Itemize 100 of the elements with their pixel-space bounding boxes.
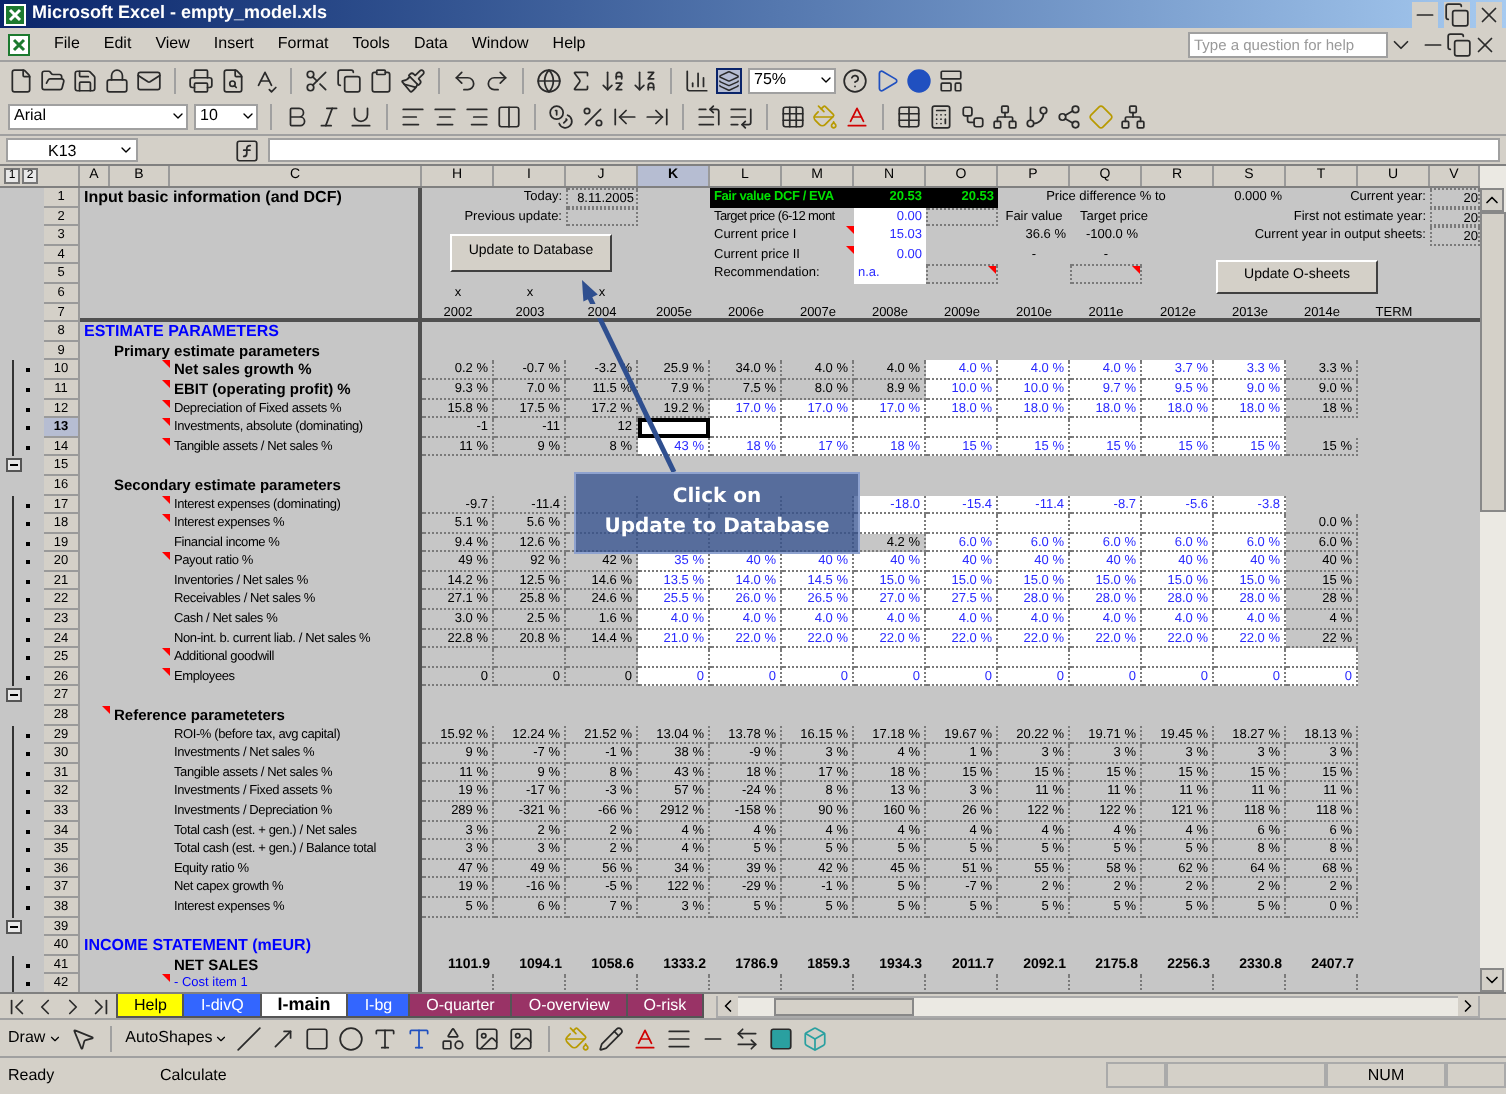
scrollbar-thumb[interactable] [774, 997, 915, 1015]
line-color-icon[interactable] [598, 1025, 625, 1051]
save-icon[interactable] [72, 67, 98, 93]
sheet-tab[interactable]: Help [116, 994, 185, 1018]
paste-icon[interactable] [368, 67, 394, 93]
input-cell[interactable] [1070, 418, 1142, 438]
align-left-icon[interactable] [400, 103, 426, 129]
pointer-icon[interactable] [69, 1025, 96, 1051]
draw-menu-button[interactable]: Draw [8, 1026, 62, 1050]
input-cell[interactable] [1214, 648, 1286, 668]
input-cell[interactable] [782, 418, 854, 438]
chart-icon[interactable] [684, 67, 710, 93]
name-box[interactable]: K13 [6, 138, 138, 162]
vertical-scrollbar[interactable] [1480, 166, 1506, 992]
formula-input-field[interactable] [268, 138, 1500, 162]
sort-descending-icon[interactable] [632, 67, 658, 93]
menu-item[interactable]: Edit [91, 32, 144, 56]
menu-item[interactable]: Data [401, 32, 460, 56]
line-style-icon[interactable] [666, 1025, 693, 1051]
branch-icon[interactable] [1024, 103, 1050, 129]
fill-color-icon[interactable] [812, 103, 838, 129]
restore-icon[interactable] [1444, 1, 1470, 27]
spellcheck-icon[interactable] [252, 67, 278, 93]
input-cell[interactable] [854, 648, 926, 668]
input-cell[interactable] [638, 648, 710, 668]
currency-icon[interactable] [548, 103, 574, 129]
bold-icon[interactable] [284, 103, 310, 129]
input-cell[interactable] [710, 648, 782, 668]
align-center-icon[interactable] [432, 103, 458, 129]
fill-color-icon[interactable] [564, 1025, 591, 1051]
input-cell[interactable] [1070, 514, 1142, 534]
input-cell[interactable] [1214, 514, 1286, 534]
font-select[interactable]: Arial [8, 103, 188, 129]
record-icon[interactable] [906, 67, 932, 93]
input-cell[interactable] [998, 648, 1070, 668]
menu-item[interactable]: Tools [340, 32, 402, 56]
sum-icon[interactable] [568, 67, 594, 93]
input-cell[interactable] [926, 648, 998, 668]
sheet-tab[interactable]: O-risk [625, 994, 705, 1018]
redo-icon[interactable] [484, 67, 510, 93]
percent-icon[interactable] [580, 103, 606, 129]
shadow-icon[interactable] [768, 1025, 795, 1051]
folder-icon[interactable] [40, 67, 66, 93]
input-cell[interactable] [710, 418, 782, 438]
collapse-icon[interactable] [6, 919, 22, 934]
menu-item[interactable]: Insert [201, 32, 266, 56]
input-cell[interactable] [1286, 648, 1358, 668]
collapse-icon[interactable] [6, 458, 22, 473]
input-cell[interactable] [638, 418, 710, 438]
arrow-style-icon[interactable] [734, 1025, 761, 1051]
input-cell[interactable] [1142, 418, 1214, 438]
horizontal-scrollbar[interactable] [716, 995, 1480, 1017]
underline-icon[interactable] [348, 103, 374, 129]
menu-item[interactable]: Window [459, 32, 541, 56]
font-color-icon[interactable] [632, 1025, 659, 1051]
print-icon[interactable] [188, 67, 214, 93]
minimize-icon[interactable] [1412, 1, 1438, 27]
sheet-tab[interactable]: O-overview [510, 994, 628, 1018]
align-right-icon[interactable] [464, 103, 490, 129]
sheet-tab[interactable]: I-divQ [182, 994, 262, 1018]
menu-item[interactable]: Format [265, 32, 341, 56]
picture-icon[interactable] [508, 1025, 535, 1051]
menu-item[interactable]: File [42, 32, 92, 56]
sort-ascending-icon[interactable] [600, 67, 626, 93]
borders-icon[interactable] [780, 103, 806, 129]
table-icon[interactable] [896, 103, 922, 129]
input-cell[interactable] [926, 514, 998, 534]
arrow-icon[interactable] [270, 1025, 297, 1051]
network-icon[interactable] [992, 103, 1018, 129]
undo-icon[interactable] [452, 67, 478, 93]
print-preview-icon[interactable] [220, 67, 246, 93]
italic-icon[interactable] [316, 103, 342, 129]
input-cell[interactable] [926, 418, 998, 438]
input-cell[interactable] [1142, 514, 1214, 534]
document-icon[interactable] [8, 33, 30, 55]
paintbrush-icon[interactable] [400, 67, 426, 93]
font-color-icon[interactable] [844, 103, 870, 129]
oval-icon[interactable] [338, 1025, 365, 1051]
scroll-left-icon[interactable] [718, 996, 739, 1016]
input-cell[interactable] [854, 418, 926, 438]
restore-icon[interactable] [1446, 31, 1472, 57]
input-cell[interactable] [782, 648, 854, 668]
diagram-icon[interactable] [440, 1025, 467, 1051]
play-icon[interactable] [874, 67, 900, 93]
input-cell[interactable] [998, 418, 1070, 438]
sheet-tab[interactable]: I-bg [346, 994, 411, 1018]
font-size-select[interactable]: 10 [194, 103, 258, 129]
input-cell[interactable] [998, 514, 1070, 534]
menu-item[interactable]: View [143, 32, 202, 56]
menu-item[interactable]: Help [540, 32, 598, 56]
copy-icon[interactable] [336, 67, 362, 93]
scroll-right-icon[interactable] [1458, 996, 1478, 1016]
autoshapes-menu-button[interactable]: AutoShapes [125, 1026, 229, 1050]
scroll-up-icon[interactable] [1480, 188, 1504, 212]
line-icon[interactable] [236, 1025, 263, 1051]
input-cell[interactable] [1214, 418, 1286, 438]
input-cell[interactable] [1070, 648, 1142, 668]
lock-icon[interactable] [104, 67, 130, 93]
merge-cells-icon[interactable] [496, 103, 522, 129]
close-icon[interactable] [1476, 1, 1502, 27]
